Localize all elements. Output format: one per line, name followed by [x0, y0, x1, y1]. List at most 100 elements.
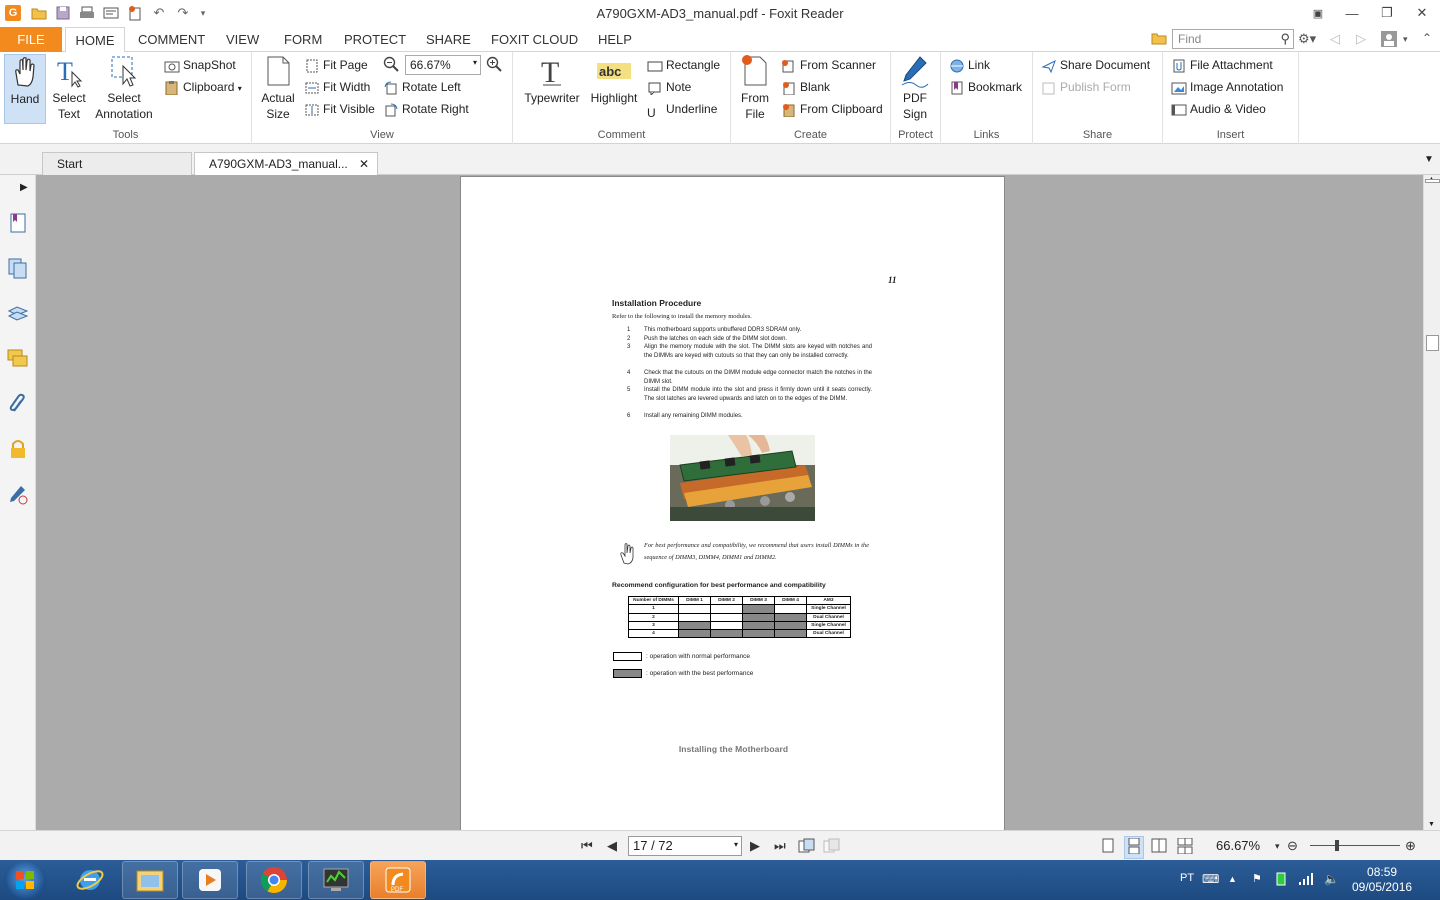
- tab-foxit-cloud[interactable]: FOXIT CLOUD: [485, 27, 584, 52]
- facing-view-icon[interactable]: [1151, 838, 1167, 857]
- tab-help[interactable]: HELP: [592, 27, 638, 52]
- volume-icon[interactable]: 🔈: [1324, 872, 1339, 886]
- taskbar-chrome[interactable]: [246, 861, 302, 899]
- close-tab-icon[interactable]: ✕: [359, 153, 369, 175]
- next-view-icon[interactable]: [823, 838, 841, 857]
- tab-share[interactable]: SHARE: [420, 27, 477, 52]
- continuous-facing-view-icon[interactable]: [1177, 837, 1193, 857]
- pdf-page[interactable]: 11 Installation Procedure Refer to the f…: [460, 176, 1005, 830]
- rotate-right-button[interactable]: Rotate Right: [383, 99, 469, 119]
- next-page-icon[interactable]: ▶: [750, 838, 760, 854]
- page-dropdown-icon[interactable]: ▾: [734, 840, 738, 849]
- zoom-level-dropdown-icon[interactable]: ▾: [1275, 841, 1280, 852]
- first-page-icon[interactable]: ⏮: [581, 838, 593, 854]
- network-signal-icon[interactable]: [1298, 872, 1314, 889]
- tab-list-dropdown-icon[interactable]: ▼: [1424, 154, 1434, 165]
- zoom-select[interactable]: 66.67% ▾: [405, 55, 481, 75]
- minimize-button[interactable]: —: [1341, 3, 1363, 23]
- show-hidden-icons-icon[interactable]: ▲: [1228, 874, 1237, 884]
- restore-button[interactable]: ❐: [1376, 3, 1398, 23]
- signature-panel-icon[interactable]: [7, 484, 29, 506]
- bookmark-button[interactable]: Bookmark: [949, 77, 1022, 97]
- hand-tool-button[interactable]: Hand: [4, 54, 46, 124]
- publish-form-button[interactable]: Publish Form: [1041, 77, 1131, 97]
- rectangle-button[interactable]: Rectangle: [647, 55, 720, 75]
- previous-page-icon[interactable]: ◀: [607, 838, 617, 854]
- actual-size-button[interactable]: Actual Size: [260, 54, 296, 122]
- fit-width-button[interactable]: Fit Width: [304, 77, 370, 97]
- search-icon[interactable]: ⚲: [1280, 31, 1290, 47]
- zoom-slider-thumb[interactable]: [1335, 840, 1339, 851]
- language-indicator[interactable]: PT: [1180, 872, 1194, 884]
- taskbar-clock[interactable]: 08:59 09/05/2016: [1352, 865, 1412, 895]
- snapshot-button[interactable]: SnapShot: [164, 55, 236, 75]
- previous-view-icon[interactable]: [798, 838, 816, 857]
- select-annotation-button[interactable]: Select Annotation: [92, 54, 156, 122]
- find-input[interactable]: Find ⚲: [1172, 29, 1294, 49]
- file-attachment-button[interactable]: File Attachment: [1171, 55, 1273, 75]
- zoom-out-circle-icon[interactable]: ⊖: [1287, 838, 1298, 854]
- keyboard-icon[interactable]: ⌨: [1202, 872, 1219, 886]
- link-button[interactable]: Link: [949, 55, 990, 75]
- security-lock-icon[interactable]: [7, 438, 29, 460]
- ribbon-display-icon[interactable]: ▣: [1307, 3, 1329, 23]
- tab-start[interactable]: Start: [42, 152, 192, 175]
- audio-video-button[interactable]: Audio & Video: [1171, 99, 1266, 119]
- blank-button[interactable]: Blank: [781, 77, 830, 97]
- layers-panel-icon[interactable]: [7, 303, 29, 325]
- select-text-button[interactable]: T Select Text: [50, 54, 88, 122]
- battery-icon[interactable]: [1276, 872, 1286, 889]
- taskbar-media-player[interactable]: [182, 861, 238, 899]
- zoom-in-circle-icon[interactable]: ⊕: [1405, 838, 1416, 854]
- scroll-down-icon[interactable]: ▼: [1428, 821, 1435, 828]
- action-center-flag-icon[interactable]: ⚑: [1252, 872, 1262, 885]
- page-number-input[interactable]: 17 / 72 ▾: [628, 836, 742, 856]
- tab-protect[interactable]: PROTECT: [338, 27, 412, 52]
- single-page-view-icon[interactable]: [1101, 838, 1115, 857]
- vertical-scrollbar[interactable]: ▲ ▼: [1423, 175, 1440, 830]
- taskbar-ie[interactable]: [62, 861, 118, 899]
- taskbar-explorer[interactable]: [122, 861, 178, 899]
- rotate-left-button[interactable]: Rotate Left: [383, 77, 461, 97]
- zoom-slider[interactable]: [1310, 845, 1400, 846]
- fit-page-button[interactable]: Fit Page: [304, 55, 368, 75]
- fit-visible-button[interactable]: Fit Visible: [304, 99, 375, 119]
- from-scanner-button[interactable]: From Scanner: [781, 55, 876, 75]
- continuous-view-icon[interactable]: [1124, 836, 1144, 859]
- settings-gear-icon[interactable]: ⚙▾: [1298, 31, 1316, 47]
- tab-file[interactable]: FILE: [0, 27, 62, 52]
- find-folder-icon[interactable]: [1151, 31, 1167, 48]
- zoom-out-icon[interactable]: [383, 56, 399, 75]
- tab-document[interactable]: A790GXM-AD3_manual... ✕: [194, 152, 378, 175]
- comments-panel-icon[interactable]: [7, 348, 29, 370]
- taskbar-foxit[interactable]: PDF: [370, 861, 426, 899]
- from-file-button[interactable]: From File: [737, 54, 773, 122]
- pdf-sign-button[interactable]: PDF Sign: [897, 54, 933, 122]
- typewriter-button[interactable]: T Typewriter: [521, 54, 583, 106]
- tab-comment[interactable]: COMMENT: [132, 27, 211, 52]
- note-button[interactable]: Note: [647, 77, 691, 97]
- start-button[interactable]: [4, 861, 46, 899]
- expand-panel-icon[interactable]: ▶: [20, 182, 28, 193]
- share-document-button[interactable]: Share Document: [1041, 55, 1150, 75]
- from-clipboard-button[interactable]: From Clipboard: [781, 99, 883, 119]
- zoom-level[interactable]: 66.67%: [1216, 838, 1260, 853]
- clipboard-button[interactable]: Clipboard ▾: [164, 77, 242, 97]
- tab-form[interactable]: FORM: [278, 27, 328, 52]
- attachments-panel-icon[interactable]: [7, 393, 29, 415]
- scrollbar-thumb[interactable]: [1426, 335, 1439, 351]
- image-annotation-button[interactable]: Image Annotation: [1171, 77, 1283, 97]
- highlight-button[interactable]: abc Highlight: [587, 54, 641, 106]
- tab-home[interactable]: HOME: [65, 27, 125, 53]
- bookmarks-panel-icon[interactable]: [7, 212, 29, 234]
- zoom-in-icon[interactable]: [486, 56, 502, 75]
- user-account-icon[interactable]: [1381, 31, 1397, 50]
- close-button[interactable]: ✕: [1411, 3, 1433, 23]
- last-page-icon[interactable]: ⏭: [774, 838, 786, 854]
- forward-arrow-icon[interactable]: ▷: [1356, 31, 1366, 47]
- underline-button[interactable]: U Underline: [647, 99, 717, 120]
- tab-view[interactable]: VIEW: [220, 27, 265, 52]
- user-dropdown-icon[interactable]: ▾: [1403, 34, 1408, 45]
- back-arrow-icon[interactable]: ◁: [1330, 31, 1340, 47]
- taskbar-monitor-app[interactable]: [308, 861, 364, 899]
